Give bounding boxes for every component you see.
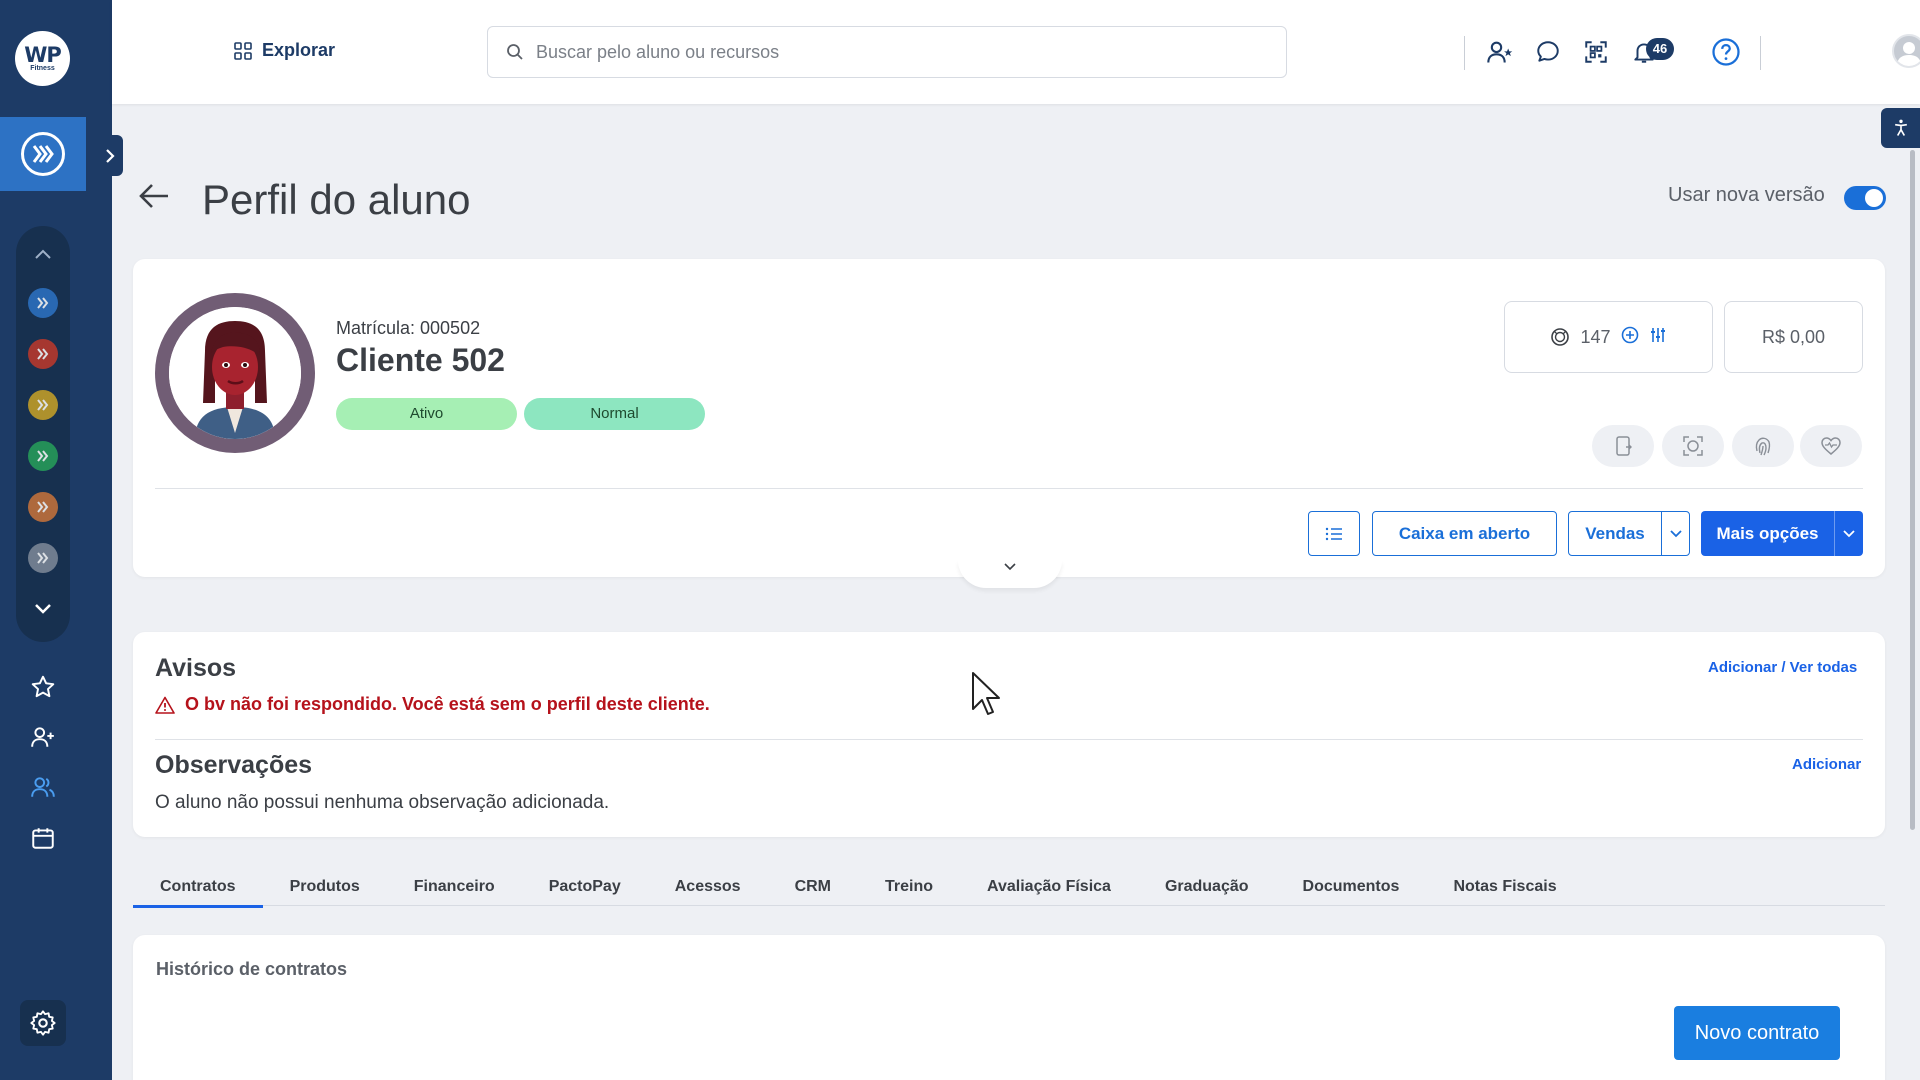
new-version-label: Usar nova versão — [1668, 184, 1825, 206]
tab-crm[interactable]: CRM — [768, 868, 858, 906]
favorites-star-icon[interactable] — [27, 671, 59, 703]
sidebar-expand-button[interactable] — [96, 135, 123, 176]
fingerprint-icon[interactable] — [1732, 425, 1794, 467]
help-icon[interactable] — [1708, 34, 1744, 70]
chevron-up-icon[interactable] — [16, 244, 70, 265]
points-box: 147 — [1504, 301, 1713, 373]
mouse-pointer-icon — [971, 671, 1003, 724]
warning-icon — [155, 696, 175, 714]
grid-icon — [234, 41, 252, 60]
category-badge: Normal — [524, 398, 705, 430]
caixa-em-aberto-button[interactable]: Caixa em aberto — [1372, 511, 1557, 556]
notifications-badge: 46 — [1646, 38, 1674, 60]
tab-documentos[interactable]: Documentos — [1276, 868, 1427, 906]
chevron-down-icon[interactable] — [16, 598, 70, 619]
back-arrow-icon[interactable] — [136, 178, 172, 214]
chevron-down-icon — [1669, 529, 1682, 537]
new-version-toggle[interactable] — [1844, 186, 1886, 210]
explorar-label: Explorar — [262, 40, 336, 60]
new-contract-button[interactable]: Novo contrato — [1674, 1006, 1840, 1060]
client-photo[interactable] — [155, 293, 315, 453]
status-badge: Ativo — [336, 398, 517, 430]
tab-avaliacao-fisica[interactable]: Avaliação Física — [960, 868, 1138, 906]
balance-value: R$ 0,00 — [1761, 326, 1826, 347]
client-name: Cliente 502 — [336, 342, 505, 378]
tab-acessos[interactable]: Acessos — [648, 868, 768, 906]
tab-graduacao[interactable]: Graduação — [1138, 868, 1276, 906]
aviso-message: O bv não foi respondido. Você está sem o… — [155, 694, 710, 715]
logo-text: WP — [24, 42, 62, 67]
avisos-title: Avisos — [155, 654, 237, 682]
unit-item-1[interactable] — [28, 288, 58, 318]
chat-icon[interactable] — [1530, 34, 1566, 70]
vendas-dropdown-button[interactable] — [1661, 511, 1690, 556]
balance-box: R$ 0,00 — [1724, 301, 1863, 373]
points-value: 147 — [1580, 326, 1611, 347]
chevron-down-icon — [1004, 563, 1016, 571]
health-heart-icon[interactable] — [1800, 425, 1862, 467]
list-view-button[interactable] — [1308, 511, 1360, 556]
divider — [1464, 36, 1465, 70]
page-scrollbar[interactable] — [1910, 150, 1915, 830]
add-points-icon[interactable] — [1621, 326, 1639, 349]
aviso-text: O bv não foi respondido. Você está sem o… — [185, 694, 710, 714]
matricula-text: Matrícula: 000502 — [336, 318, 481, 338]
vendas-button[interactable]: Vendas — [1568, 511, 1662, 556]
qrcode-icon[interactable] — [1578, 34, 1614, 70]
search-icon — [507, 44, 523, 60]
expand-profile-toggle[interactable] — [958, 560, 1062, 588]
search-box[interactable] — [487, 26, 1287, 78]
avisos-add-view-link[interactable]: Adicionar / Ver todas — [1708, 659, 1857, 676]
observacoes-add-link[interactable]: Adicionar — [1792, 756, 1861, 773]
people-icon[interactable] — [27, 771, 59, 803]
divider — [1760, 36, 1761, 70]
add-person-icon[interactable] — [27, 721, 59, 753]
current-unit-tile[interactable] — [0, 117, 86, 191]
unit-item-4[interactable] — [28, 441, 58, 471]
contracts-history-title: Histórico de contratos — [156, 959, 348, 979]
notes-divider — [155, 739, 1863, 740]
settings-gear-icon[interactable] — [20, 1000, 66, 1046]
unit-item-6[interactable] — [28, 543, 58, 573]
tab-financeiro[interactable]: Financeiro — [387, 868, 522, 906]
coins-icon — [1551, 328, 1570, 346]
observacoes-message: O aluno não possui nenhuma observação ad… — [155, 792, 610, 813]
contracts-card — [133, 935, 1885, 1080]
tab-produtos[interactable]: Produtos — [263, 868, 387, 906]
adjust-points-icon[interactable] — [1649, 326, 1667, 349]
top-bar: Explorar 46 — [112, 0, 1920, 104]
explorar-menu[interactable]: Explorar — [234, 40, 335, 61]
profile-divider — [155, 488, 1863, 489]
observacoes-title: Observações — [155, 751, 313, 779]
user-avatar[interactable] — [1892, 34, 1920, 68]
profile-tabs: Contratos Produtos Financeiro PactoPay A… — [133, 868, 1885, 908]
client-avatar-illustration — [169, 307, 301, 439]
calendar-icon[interactable] — [27, 822, 59, 854]
page-title: Perfil do aluno — [202, 176, 471, 223]
unit-switcher — [16, 226, 70, 642]
search-input[interactable] — [536, 41, 1256, 63]
list-icon — [1325, 527, 1342, 540]
tab-contratos[interactable]: Contratos — [133, 868, 263, 908]
add-user-icon[interactable] — [1482, 34, 1518, 70]
unit-item-5[interactable] — [28, 492, 58, 522]
brand-logo[interactable]: WP Fitness — [15, 31, 70, 86]
tab-treino[interactable]: Treino — [858, 868, 960, 906]
unit-brand-icon — [21, 132, 65, 176]
unit-item-2[interactable] — [28, 339, 58, 369]
face-recognition-icon[interactable] — [1662, 425, 1724, 467]
tab-pactopay[interactable]: PactoPay — [522, 868, 648, 906]
unit-item-3[interactable] — [28, 390, 58, 420]
tab-notas-fiscais[interactable]: Notas Fiscais — [1426, 868, 1583, 906]
chevron-down-icon — [1843, 529, 1855, 537]
accessibility-icon[interactable] — [1881, 108, 1920, 148]
mais-opcoes-button[interactable]: Mais opções — [1701, 511, 1834, 556]
mobile-app-icon[interactable] — [1592, 425, 1654, 467]
logo-subtext: Fitness — [30, 64, 55, 72]
mais-opcoes-dropdown-button[interactable] — [1834, 511, 1863, 556]
